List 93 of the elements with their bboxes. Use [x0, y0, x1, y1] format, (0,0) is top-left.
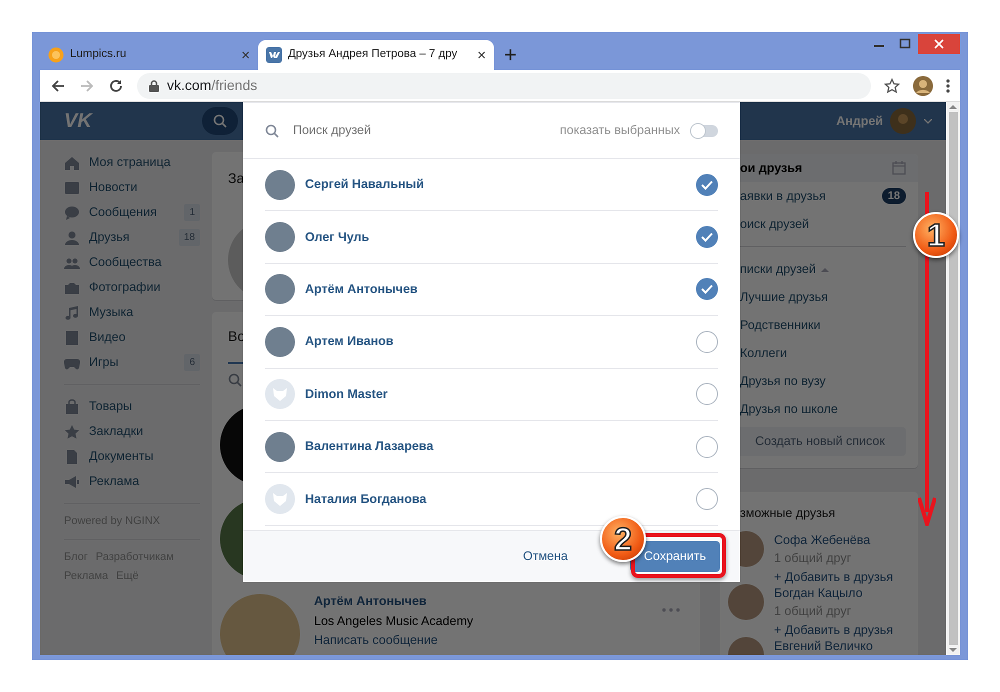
sidebar-item[interactable]: Игры 6: [64, 350, 212, 375]
back-arrow-icon[interactable]: [50, 78, 66, 94]
close-icon[interactable]: ×: [241, 48, 250, 62]
checkmark-icon: [701, 284, 713, 294]
friend-name[interactable]: Артем Иванов: [305, 332, 686, 352]
select-checkbox[interactable]: [696, 174, 718, 196]
close-icon[interactable]: ×: [477, 48, 486, 62]
film-icon: [64, 330, 80, 346]
vk-logo-icon: [266, 47, 282, 63]
person-name[interactable]: Софа Жебенёва: [774, 530, 893, 550]
select-checkbox[interactable]: [696, 383, 718, 406]
person-photo: [728, 584, 764, 620]
default-avatar-icon: [265, 379, 295, 410]
user-name[interactable]: Андрей: [836, 112, 883, 130]
select-checkbox[interactable]: [696, 226, 718, 248]
friend-name[interactable]: Олег Чуль: [305, 228, 686, 246]
search-icon: [228, 373, 242, 387]
friend-photo: [265, 274, 295, 304]
counter-badge: 1: [184, 204, 200, 221]
sidebar-item[interactable]: Сообщения 1: [64, 200, 212, 225]
friend-photo: [265, 170, 295, 200]
avatar-icon[interactable]: [913, 76, 933, 96]
tab-title: Lumpics.ru: [70, 47, 128, 62]
calendar-icon: [892, 161, 906, 175]
scrollbar[interactable]: [946, 102, 960, 655]
select-checkbox[interactable]: [696, 278, 718, 300]
scroll-down-icon: [949, 648, 957, 653]
document-icon: [64, 448, 80, 464]
select-checkbox[interactable]: [696, 488, 718, 510]
friend-name[interactable]: Валентина Лазарева: [305, 437, 686, 456]
url-text: vk.com/friends: [167, 76, 258, 95]
lock-icon: [149, 80, 159, 92]
sidebar-item[interactable]: Новости: [64, 175, 212, 200]
sidebar-item[interactable]: Фотографии: [64, 275, 212, 300]
star-icon: [64, 424, 80, 440]
friend-photo: [265, 326, 295, 357]
checkmark-icon: [701, 232, 713, 242]
browser-tab[interactable]: Lumpics.ru ×: [40, 40, 258, 70]
vk-logo[interactable]: VK: [64, 106, 92, 136]
sidebar-item[interactable]: Закладки: [64, 419, 212, 444]
counter-badge: 6: [184, 354, 200, 371]
friend-name[interactable]: Наталия Богданова: [305, 490, 686, 508]
browser-tab[interactable]: Друзья Андрея Петрова – 7 дру ×: [258, 40, 494, 70]
lists-toggle[interactable]: писки друзей: [720, 255, 918, 283]
select-checkbox[interactable]: [696, 436, 718, 458]
scroll-up-icon: [949, 104, 957, 109]
card-title: За: [228, 169, 244, 188]
bag-icon: [64, 398, 80, 414]
sidebar-item[interactable]: Реклама: [64, 469, 212, 494]
home-icon: [64, 154, 80, 170]
tab-title: Друзья Андрея Петрова – 7 дру: [288, 47, 458, 62]
counter-badge: 18: [178, 229, 200, 246]
friend-name[interactable]: Артём Антонычев: [314, 592, 427, 611]
new-tab-button[interactable]: +: [504, 44, 517, 66]
sidebar-item[interactable]: Видео: [64, 325, 212, 350]
reload-icon[interactable]: [108, 78, 124, 94]
sidebar-item[interactable]: Товары: [64, 394, 212, 419]
caret-icon[interactable]: [924, 118, 932, 124]
megaphone-icon: [64, 474, 80, 490]
friend-info: Los Angeles Music Academy: [314, 613, 474, 630]
star-icon[interactable]: [884, 78, 900, 94]
friend-name[interactable]: Сергей Навальный: [305, 175, 686, 194]
sidebar-item[interactable]: Музыка: [64, 300, 212, 325]
address-bar[interactable]: vk.com/friends: [137, 72, 871, 98]
menu-item[interactable]: аявки в друзья 18: [720, 182, 918, 210]
friend-name[interactable]: Артём Антонычев: [305, 280, 686, 299]
close-icon[interactable]: [918, 34, 960, 54]
person-icon: [64, 230, 80, 246]
sidebar-item[interactable]: Документы: [64, 444, 212, 469]
sidebar-item[interactable]: Сообщества: [64, 250, 212, 275]
counter-badge: 18: [882, 188, 906, 204]
save-button[interactable]: Сохранить: [630, 541, 720, 572]
section-title: зможные друзья: [740, 504, 836, 522]
message-link[interactable]: Написать сообщение: [314, 631, 438, 650]
newspaper-icon: [64, 180, 80, 196]
select-checkbox[interactable]: [696, 330, 718, 353]
search-button[interactable]: [202, 107, 238, 135]
default-avatar-icon: [265, 484, 295, 514]
toggle-label: показать выбранных: [560, 122, 680, 140]
sidebar-item[interactable]: Моя страница: [64, 150, 212, 175]
toggle-switch[interactable]: [692, 124, 718, 136]
cancel-link[interactable]: Отмена: [523, 547, 568, 566]
round-logo-icon: [48, 47, 64, 63]
friend-photo: [265, 222, 295, 252]
friend-name[interactable]: Dimon Master: [305, 384, 686, 404]
caret-up-icon: [820, 266, 829, 272]
search-icon: [265, 124, 279, 138]
music-note-icon: [64, 304, 80, 320]
chat-bubble-icon: [64, 204, 80, 220]
search-icon: [212, 114, 227, 128]
checkmark-icon: [701, 180, 713, 190]
sidebar-item[interactable]: Друзья 18: [64, 225, 212, 250]
more-menu-icon[interactable]: [946, 78, 950, 94]
